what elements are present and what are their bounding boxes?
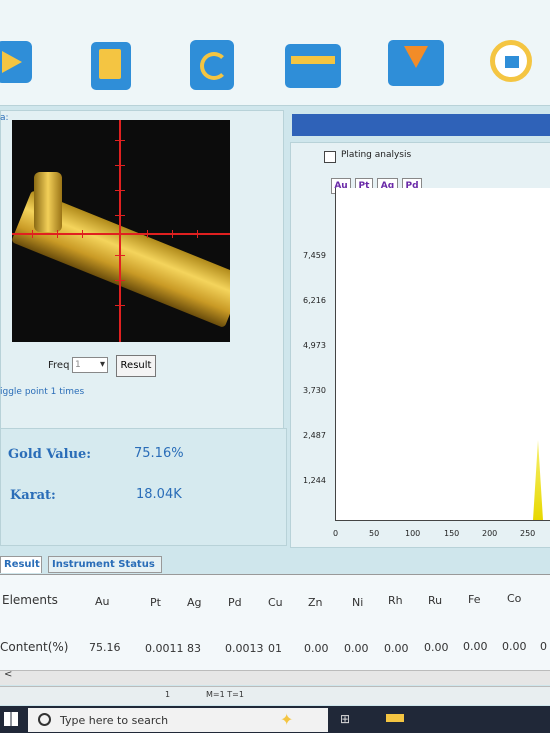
crosshair-tick (32, 230, 33, 238)
element-header: Rh (388, 594, 403, 607)
crosshair-tick (147, 230, 148, 238)
content-value: 83 (187, 642, 201, 655)
status-page: 1 (165, 690, 171, 699)
content-value: 0.0013 (225, 642, 264, 655)
windows-start-icon[interactable] (4, 712, 18, 726)
gold-value-label: Gold Value: (8, 447, 92, 462)
gold-value: 75.16% (134, 446, 184, 461)
x-tick-label: 0 (333, 529, 339, 538)
element-header: Pd (228, 596, 242, 609)
content-value: 75.16 (89, 641, 121, 654)
y-tick-label: 1,244 (303, 476, 326, 485)
crosshair-tick (115, 280, 125, 281)
tab-instrument-status[interactable]: Instrument Status (48, 556, 162, 573)
freq-select[interactable]: 1 (72, 357, 108, 373)
result-button[interactable]: Result (116, 355, 156, 377)
crosshair-tick (115, 140, 125, 141)
status-mode: M=1 T=1 (206, 690, 244, 699)
spectrum-header-bar (292, 114, 550, 136)
gold-sample-knob (34, 172, 62, 232)
element-header: Ni (352, 596, 364, 609)
content-label: Content(%) (0, 640, 69, 654)
search-placeholder: Type here to search (60, 714, 169, 727)
tab-result[interactable]: Result (0, 556, 42, 573)
crosshair-tick (82, 230, 83, 238)
x-axis (335, 520, 550, 521)
content-value: 0.00 (424, 641, 449, 654)
content-value: 0 (540, 640, 547, 653)
play-icon[interactable] (0, 41, 32, 83)
y-tick-label: 4,973 (303, 341, 326, 350)
crosshair-tick (115, 255, 125, 256)
content-value: 0.00 (344, 642, 369, 655)
plating-analysis-label: Plating analysis (341, 150, 412, 160)
element-header: Fe (468, 593, 481, 606)
spectrum-plot (336, 188, 550, 520)
y-tick-label: 2,487 (303, 431, 326, 440)
x-tick-label: 250 (520, 529, 536, 538)
book-icon[interactable] (91, 42, 131, 90)
download-icon[interactable] (388, 40, 444, 86)
freq-label: Freq (48, 360, 70, 371)
scroll-left-icon[interactable]: < (4, 669, 12, 680)
trigger-status-text: iggle point 1 times (0, 387, 85, 397)
y-tick-label: 3,730 (303, 386, 326, 395)
crosshair-tick (115, 190, 125, 191)
element-header: Pt (150, 596, 161, 609)
karat-value: 18.04K (136, 487, 182, 502)
crosshair-tick (115, 165, 125, 166)
analysis-icon[interactable] (490, 40, 532, 82)
crosshair-tick (172, 230, 173, 238)
element-header: Ru (428, 594, 443, 607)
elements-header-label: Elements (2, 593, 58, 607)
x-tick-label: 150 (444, 529, 460, 538)
toolbar (0, 0, 550, 106)
task-view-icon[interactable]: ⊞ (340, 712, 350, 726)
status-bar (0, 686, 550, 705)
element-header: Ag (187, 596, 202, 609)
content-value: 0.0011 (145, 642, 184, 655)
content-value: 0.00 (502, 640, 527, 653)
panel-label: a: (0, 113, 9, 123)
x-tick-label: 200 (482, 529, 498, 538)
horizontal-scrollbar[interactable] (0, 670, 550, 685)
karat-label: Karat: (10, 488, 56, 503)
elements-table (0, 574, 550, 671)
y-tick-label: 6,216 (303, 296, 326, 305)
element-header: Au (95, 595, 110, 608)
camera-view (12, 120, 230, 342)
content-value: 01 (268, 642, 282, 655)
content-value: 0.00 (384, 642, 409, 655)
element-header: Cu (268, 596, 283, 609)
content-value: 0.00 (463, 640, 488, 653)
taskbar-app-icon[interactable] (386, 714, 404, 722)
crosshair-tick (57, 230, 58, 238)
search-icon (38, 713, 51, 726)
y-axis (335, 188, 336, 521)
folder-icon[interactable] (285, 44, 341, 88)
sparkle-icon[interactable]: ✦ (280, 710, 293, 729)
element-header: Co (507, 592, 522, 605)
crosshair-tick (197, 230, 198, 238)
x-tick-label: 100 (405, 529, 421, 538)
plating-analysis-checkbox[interactable] (324, 151, 336, 163)
content-value: 0.00 (304, 642, 329, 655)
crosshair-tick (115, 305, 125, 306)
crosshair-tick (115, 215, 125, 216)
x-tick-label: 50 (369, 529, 380, 538)
crosshair-vertical (119, 120, 121, 342)
sync-icon[interactable] (190, 40, 234, 90)
element-header: Zn (308, 596, 323, 609)
y-tick-label: 7,459 (303, 251, 326, 260)
